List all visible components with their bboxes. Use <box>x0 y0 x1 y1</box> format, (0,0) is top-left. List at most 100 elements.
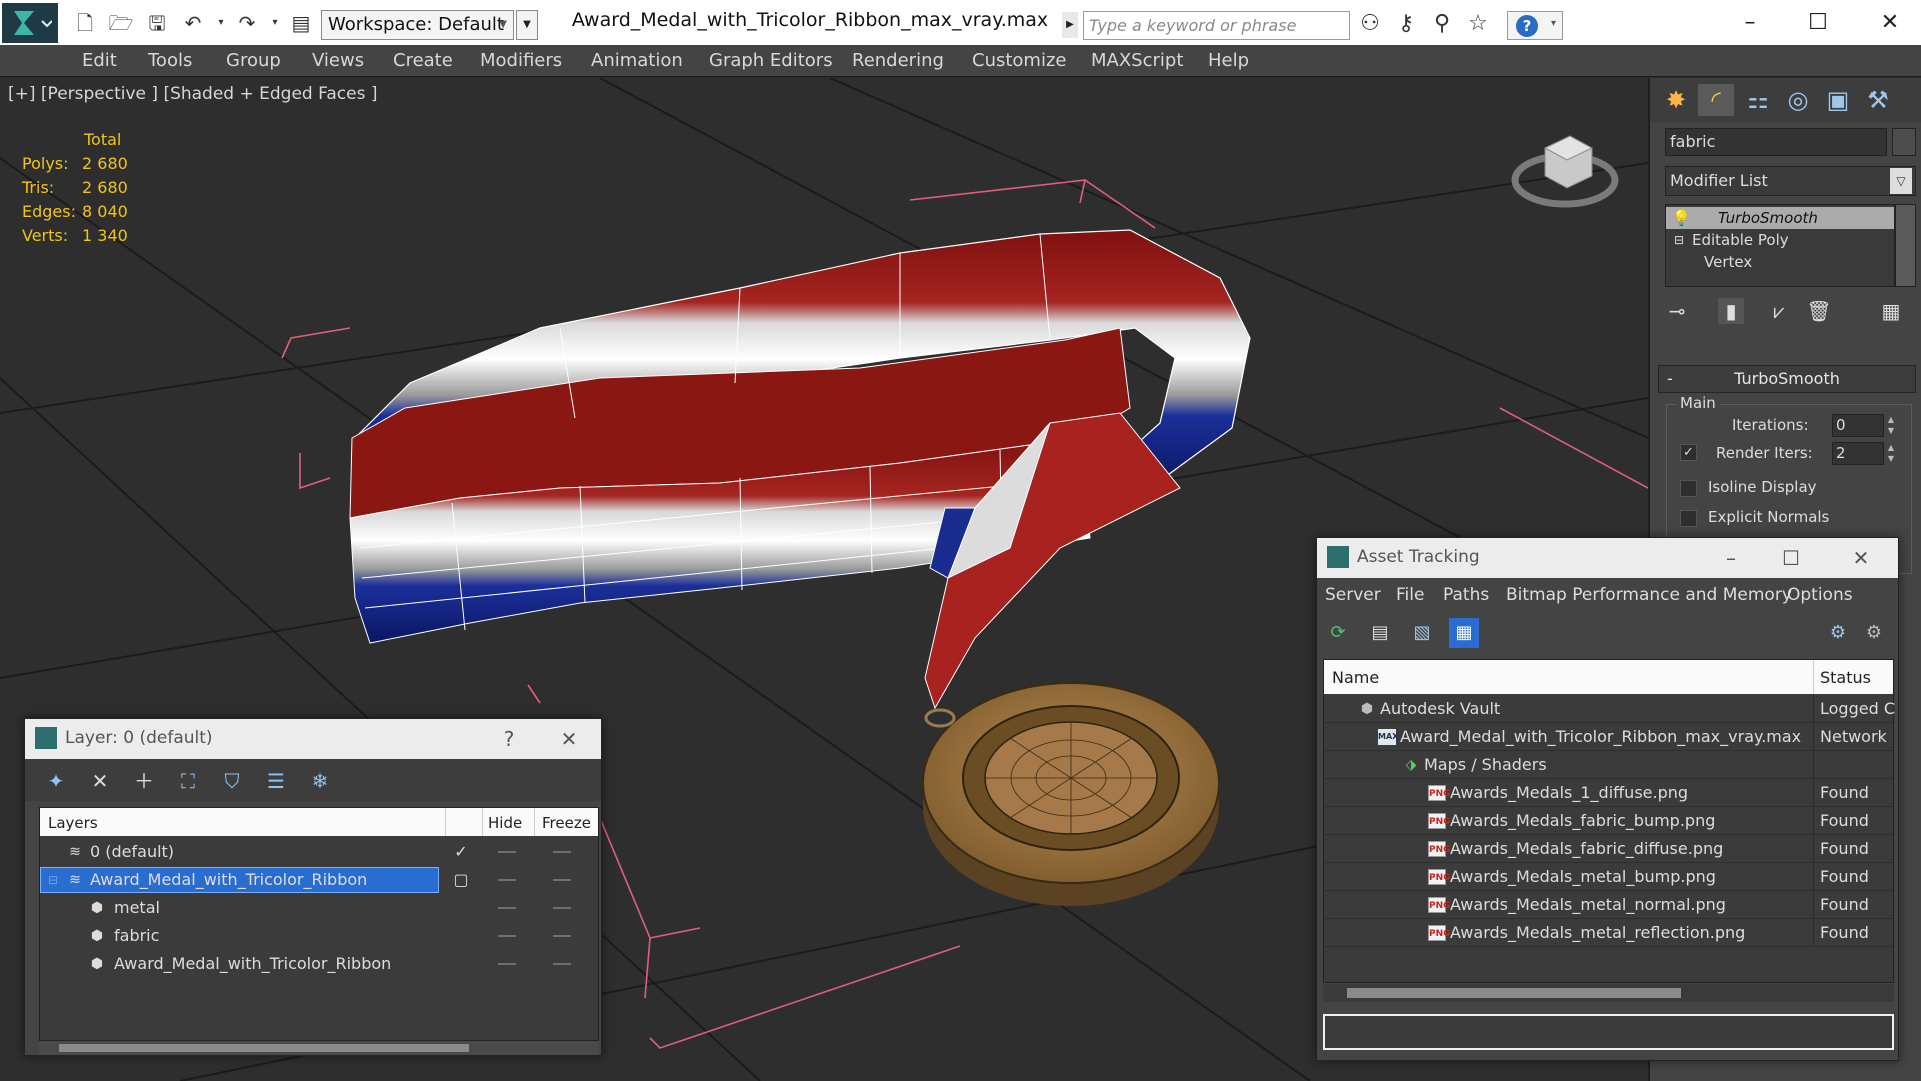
workspace-menu-button[interactable]: ▼ <box>516 10 538 40</box>
hide-toggle[interactable] <box>498 879 516 881</box>
make-unique-icon[interactable]: ⩗ <box>1766 298 1792 324</box>
lightbulb-icon[interactable]: 💡 <box>1672 207 1691 229</box>
help-alt-icon[interactable]: ⚙ <box>1859 618 1889 648</box>
table-view-icon[interactable]: ▦ <box>1449 618 1479 648</box>
project-folder-icon[interactable]: ▤ <box>288 10 314 36</box>
help-icon[interactable]: ⚙ <box>1823 618 1853 648</box>
asset-row-maxfile[interactable]: MAX Award_Medal_with_Tricolor_Ribbon_max… <box>1324 723 1893 751</box>
set-active-icon[interactable]: ▢ <box>452 871 470 889</box>
menu-views[interactable]: Views <box>312 50 364 71</box>
asset-row-vault[interactable]: ⬢ Autodesk Vault Logged C <box>1324 695 1895 723</box>
menu-tools[interactable]: Tools <box>148 50 192 71</box>
minimize-button[interactable]: – <box>1730 5 1770 41</box>
freeze-toggle[interactable] <box>553 851 571 853</box>
turbosmooth-rollout-header[interactable]: - TurboSmooth <box>1658 365 1916 393</box>
help-button[interactable]: ? <box>495 725 523 753</box>
workspace-dropdown[interactable]: Workspace: Default ▼ <box>321 10 514 40</box>
modifier-list-dropdown[interactable]: Modifier List ▽ <box>1665 166 1916 196</box>
redo-icon[interactable]: ↷ <box>234 10 260 36</box>
new-file-icon[interactable]: 🗋 <box>72 10 98 36</box>
isoline-display-checkbox[interactable] <box>1680 480 1697 497</box>
delete-layer-icon[interactable]: ✕ <box>85 767 115 795</box>
binoculars-icon[interactable]: ⚇ <box>1356 10 1384 38</box>
menu-help[interactable]: Help <box>1208 50 1249 71</box>
scrollbar-thumb[interactable] <box>59 1044 469 1052</box>
column-status[interactable]: Status <box>1820 668 1871 687</box>
hierarchy-tab-icon[interactable]: ⚏ <box>1740 84 1776 116</box>
layer-row-default[interactable]: ≋ 0 (default) ✓ <box>40 838 598 866</box>
freeze-toggle[interactable] <box>553 879 571 881</box>
layer-window-titlebar[interactable]: Layer: 0 (default) ? ✕ <box>25 719 601 759</box>
minimize-button[interactable]: – <box>1717 544 1745 572</box>
maximize-button[interactable]: ☐ <box>1777 544 1805 572</box>
stack-item-turbosmooth[interactable]: 💡 TurboSmooth <box>1666 207 1894 229</box>
column-name[interactable]: Name <box>1332 668 1379 687</box>
motion-tab-icon[interactable]: ◎ <box>1780 84 1816 116</box>
hide-toggle[interactable] <box>498 907 516 909</box>
menu-options[interactable]: Options <box>1787 585 1853 605</box>
asset-row-maps[interactable]: ⬗ Maps / Shaders <box>1324 751 1893 779</box>
undo-icon[interactable]: ↶ <box>180 10 206 36</box>
spinner-arrows-icon[interactable]: ▲ ▼ <box>1884 414 1898 437</box>
layers-horizontal-scrollbar[interactable] <box>39 1041 599 1055</box>
configure-sets-icon[interactable]: ▦ <box>1878 298 1904 324</box>
app-logo-menu[interactable] <box>2 3 58 43</box>
thumbnail-view-icon[interactable]: ▧ <box>1407 618 1437 648</box>
save-icon[interactable]: 🖫 <box>144 10 170 36</box>
hide-toggle[interactable] <box>498 963 516 965</box>
show-end-result-icon[interactable]: ▮ <box>1718 298 1744 324</box>
column-layers[interactable]: Layers <box>48 814 98 832</box>
close-button[interactable]: ✕ <box>1847 544 1875 572</box>
asset-row-file[interactable]: PNG Awards_Medals_metal_reflection.png F… <box>1324 919 1893 947</box>
layer-row-award-object[interactable]: ⬢ Award_Medal_with_Tricolor_Ribbon <box>40 950 598 978</box>
spinner-arrows-icon[interactable]: ▲ ▼ <box>1884 442 1898 465</box>
menu-file[interactable]: File <box>1396 585 1424 605</box>
menu-bitmap-performance[interactable]: Bitmap Performance and Memory <box>1506 585 1792 605</box>
utilities-tab-icon[interactable]: ⚒ <box>1860 84 1896 116</box>
redo-dropdown-icon[interactable]: ▾ <box>262 10 288 36</box>
add-to-layer-icon[interactable]: ＋ <box>129 767 159 795</box>
stack-item-editable-poly[interactable]: ⊟ Editable Poly <box>1666 229 1894 251</box>
render-iters-spinner[interactable]: 2 <box>1832 442 1884 465</box>
assets-horizontal-scrollbar[interactable] <box>1323 984 1894 1002</box>
object-name-input[interactable]: fabric <box>1665 128 1887 156</box>
pin-stack-icon[interactable]: ⊸ <box>1664 298 1690 324</box>
hide-toggle[interactable] <box>498 935 516 937</box>
close-button[interactable]: ✕ <box>1870 5 1910 41</box>
key-icon[interactable]: ⚷ <box>1392 10 1420 38</box>
new-layer-icon[interactable]: ✦ <box>41 767 71 795</box>
help-button[interactable]: ? ▾ <box>1507 11 1563 40</box>
stack-item-vertex[interactable]: Vertex <box>1666 251 1894 273</box>
scrollbar-thumb[interactable] <box>1347 988 1681 998</box>
freeze-toggle[interactable] <box>553 935 571 937</box>
iterations-spinner[interactable]: 0 <box>1832 414 1884 437</box>
search-input[interactable]: Type a keyword or phrase <box>1083 11 1350 40</box>
menu-modifiers[interactable]: Modifiers <box>480 50 562 71</box>
undo-dropdown-icon[interactable]: ▾ <box>208 10 234 36</box>
collapse-toggle-icon[interactable]: ⊟ <box>1674 229 1684 251</box>
favorites-star-icon[interactable]: ☆ <box>1464 10 1492 38</box>
column-hide[interactable]: Hide <box>488 814 522 832</box>
menu-server[interactable]: Server <box>1325 585 1381 605</box>
freeze-all-icon[interactable]: ❄ <box>305 767 335 795</box>
asset-window-titlebar[interactable]: Asset Tracking – ☐ ✕ <box>1317 538 1898 578</box>
hide-toggle[interactable] <box>498 851 516 853</box>
select-objects-icon[interactable]: ⛶ <box>173 767 203 795</box>
freeze-toggle[interactable] <box>553 907 571 909</box>
layer-row-metal[interactable]: ⬢ metal <box>40 894 598 922</box>
menu-customize[interactable]: Customize <box>972 50 1066 71</box>
asset-row-file[interactable]: PNG Awards_Medals_metal_bump.png Found <box>1324 863 1893 891</box>
hide-all-icon[interactable]: ☰ <box>261 767 291 795</box>
menu-group[interactable]: Group <box>226 50 281 71</box>
sign-in-icon[interactable]: ⚲ <box>1428 10 1456 38</box>
menu-animation[interactable]: Animation <box>591 50 683 71</box>
select-layer-icon[interactable]: ⛉ <box>217 767 247 795</box>
menu-rendering[interactable]: Rendering <box>852 50 944 71</box>
asset-row-file[interactable]: PNG Awards_Medals_1_diffuse.png Found <box>1324 779 1893 807</box>
layer-row-award-medal[interactable]: ⊟ ≋ Award_Medal_with_Tricolor_Ribbon ▢ <box>40 866 598 894</box>
asset-row-file[interactable]: PNG Awards_Medals_fabric_diffuse.png Fou… <box>1324 835 1893 863</box>
asset-row-file[interactable]: PNG Awards_Medals_metal_normal.png Found <box>1324 891 1893 919</box>
menu-graph-editors[interactable]: Graph Editors <box>709 50 833 71</box>
maximize-button[interactable]: ☐ <box>1798 5 1838 41</box>
modify-tab-icon[interactable]: ◜ <box>1698 84 1734 116</box>
